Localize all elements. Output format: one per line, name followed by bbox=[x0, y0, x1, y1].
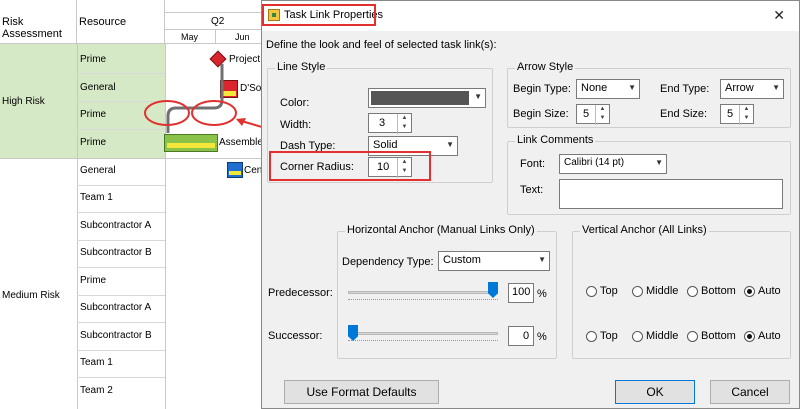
successor-value: 0 bbox=[523, 330, 530, 342]
pred-radio-top-label: Top bbox=[600, 285, 618, 297]
dependency-type-value: Custom bbox=[443, 254, 481, 266]
ok-label: OK bbox=[646, 385, 664, 399]
begin-size-value: 5 bbox=[583, 108, 590, 120]
successor-label: Successor: bbox=[268, 330, 323, 342]
arrow-style-title: Arrow Style bbox=[515, 61, 576, 73]
end-type-select[interactable]: Arrow ▼ bbox=[720, 79, 784, 99]
highlight-ellipse-right bbox=[191, 100, 237, 126]
predecessor-label: Predecessor: bbox=[268, 287, 333, 299]
color-label: Color: bbox=[280, 97, 310, 109]
dependency-type-select[interactable]: Custom ▼ bbox=[438, 251, 550, 271]
succ-radio-top-label: Top bbox=[600, 330, 618, 342]
succ-radio-bottom[interactable] bbox=[687, 331, 698, 342]
pred-radio-top[interactable] bbox=[586, 286, 597, 297]
width-label: Width: bbox=[280, 119, 312, 131]
end-size-label: End Size: bbox=[660, 108, 708, 120]
font-select[interactable]: Calibri (14 pt) ▼ bbox=[559, 154, 667, 174]
chevron-down-icon: ▼ bbox=[772, 83, 780, 92]
corner-radius-highlight-box bbox=[269, 151, 431, 181]
use-format-defaults-label: Use Format Defaults bbox=[306, 385, 417, 399]
cancel-button[interactable]: Cancel bbox=[710, 380, 790, 404]
begin-size-label: Begin Size: bbox=[513, 108, 569, 120]
end-size-spin-buttons[interactable]: ▲ ▼ bbox=[739, 105, 753, 125]
task-link-properties-dialog: Task Link Properties ✕ Define the look a… bbox=[261, 0, 800, 409]
predecessor-slider-ticks bbox=[348, 299, 498, 301]
close-icon[interactable]: ✕ bbox=[773, 7, 785, 24]
chevron-down-icon: ▼ bbox=[628, 83, 636, 92]
pred-radio-auto[interactable] bbox=[744, 286, 755, 297]
ok-button[interactable]: OK bbox=[615, 380, 695, 404]
succ-radio-bottom-label: Bottom bbox=[701, 330, 736, 342]
succ-radio-top[interactable] bbox=[586, 331, 597, 342]
chevron-down-icon: ▼ bbox=[538, 255, 546, 264]
comment-text-label: Text: bbox=[520, 184, 544, 196]
use-format-defaults-button[interactable]: Use Format Defaults bbox=[284, 380, 439, 404]
begin-type-value: None bbox=[581, 82, 608, 94]
pred-radio-middle-label: Middle bbox=[646, 285, 679, 297]
successor-percent-input[interactable]: 0 bbox=[508, 326, 534, 346]
begin-size-spin-buttons[interactable]: ▲ ▼ bbox=[595, 105, 609, 125]
horizontal-anchor-title: Horizontal Anchor (Manual Links Only) bbox=[345, 224, 537, 236]
succ-radio-auto-label: Auto bbox=[758, 330, 781, 342]
font-label: Font: bbox=[520, 158, 546, 170]
succ-radio-auto[interactable] bbox=[744, 331, 755, 342]
predecessor-value: 100 bbox=[512, 286, 531, 298]
begin-size-stepper[interactable]: 5 ▲ ▼ bbox=[576, 104, 610, 125]
dependency-type-label: Dependency Type: bbox=[342, 256, 434, 268]
color-swatch bbox=[371, 91, 469, 105]
width-spin-buttons[interactable]: ▲ ▼ bbox=[397, 114, 411, 134]
width-stepper[interactable]: 3 ▲ ▼ bbox=[368, 113, 412, 134]
successor-slider-ticks bbox=[348, 340, 498, 342]
begin-type-label: Begin Type: bbox=[513, 83, 571, 95]
pred-radio-bottom[interactable] bbox=[687, 286, 698, 297]
end-size-value: 5 bbox=[727, 108, 734, 120]
dash-type-value: Solid bbox=[373, 139, 398, 151]
predecessor-percent-sign: % bbox=[537, 288, 547, 300]
successor-slider-track[interactable] bbox=[348, 332, 498, 335]
width-value: 3 bbox=[379, 117, 386, 129]
title-highlight-box bbox=[262, 4, 376, 26]
end-type-value: Arrow bbox=[725, 82, 754, 94]
end-size-stepper[interactable]: 5 ▲ ▼ bbox=[720, 104, 754, 125]
link-comments-title: Link Comments bbox=[515, 134, 596, 146]
font-value: Calibri (14 pt) bbox=[564, 157, 625, 168]
succ-radio-middle-label: Middle bbox=[646, 330, 679, 342]
comment-text-input[interactable] bbox=[559, 179, 783, 209]
predecessor-slider-track[interactable] bbox=[348, 291, 498, 294]
dialog-intro: Define the look and feel of selected tas… bbox=[266, 39, 497, 51]
chevron-down-icon: ▼ bbox=[446, 140, 454, 149]
succ-radio-middle[interactable] bbox=[632, 331, 643, 342]
pred-radio-bottom-label: Bottom bbox=[701, 285, 736, 297]
vertical-anchor-title: Vertical Anchor (All Links) bbox=[580, 224, 709, 236]
chevron-down-icon: ▼ bbox=[655, 158, 663, 167]
task-link-line bbox=[166, 64, 224, 133]
end-type-label: End Type: bbox=[660, 83, 710, 95]
predecessor-percent-input[interactable]: 100 bbox=[508, 283, 534, 303]
line-style-title: Line Style bbox=[275, 61, 328, 73]
successor-percent-sign: % bbox=[537, 331, 547, 343]
begin-type-select[interactable]: None ▼ bbox=[576, 79, 640, 99]
chevron-down-icon: ▼ bbox=[474, 92, 482, 101]
color-picker[interactable]: ▼ bbox=[368, 88, 486, 108]
pred-radio-auto-label: Auto bbox=[758, 285, 781, 297]
pred-radio-middle[interactable] bbox=[632, 286, 643, 297]
cancel-label: Cancel bbox=[731, 385, 769, 399]
